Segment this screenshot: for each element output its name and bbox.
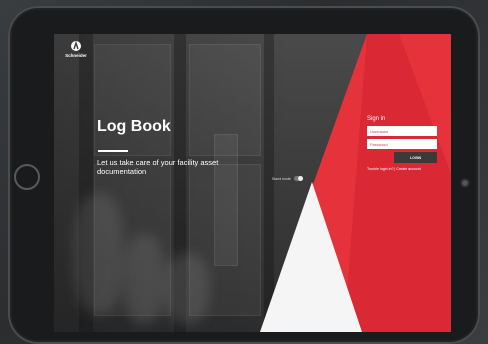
camera-icon (462, 180, 468, 186)
login-screen: Schneider Log Book Let us take care of y… (54, 34, 451, 332)
signin-links: Trouble login in? | Create account (367, 167, 437, 171)
schneider-logo-icon (71, 40, 81, 51)
trouble-login-link[interactable]: Trouble login in? | (367, 167, 395, 171)
stand-mode-control[interactable]: Stand mode (272, 176, 303, 181)
brand-logo: Schneider (62, 40, 90, 58)
title-underline (98, 150, 128, 152)
brand-shapes (260, 34, 451, 332)
create-account-link[interactable]: Create account (396, 167, 420, 171)
stand-mode-label: Stand mode (272, 176, 291, 181)
brand-name: Schneider (65, 53, 87, 58)
app-title: Log Book (97, 118, 171, 135)
stand-mode-toggle[interactable] (293, 176, 303, 181)
tablet-frame: Schneider Log Book Let us take care of y… (8, 6, 480, 344)
password-field[interactable] (367, 139, 437, 149)
signin-heading: Sign in (367, 116, 386, 122)
home-button-icon[interactable] (14, 164, 40, 190)
username-field[interactable] (367, 126, 437, 136)
signin-form: Sign in LOGIN Trouble login in? | Create… (367, 116, 437, 171)
app-tagline: Let us take care of your facility asset … (97, 158, 219, 176)
login-button[interactable]: LOGIN (394, 152, 437, 163)
